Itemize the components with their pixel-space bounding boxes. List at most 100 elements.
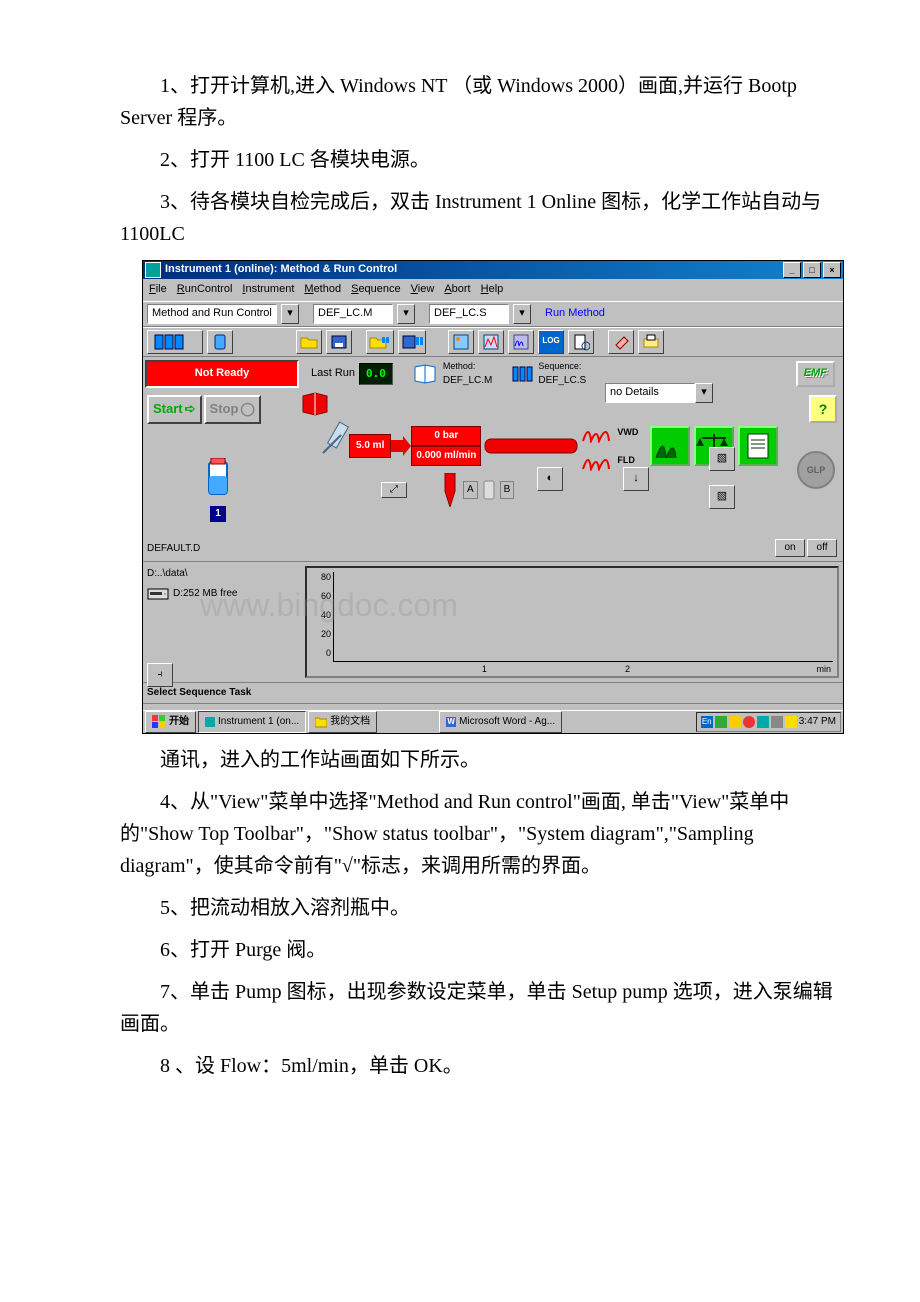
maximize-button[interactable]: □: [803, 262, 821, 278]
details-selector[interactable]: no Details▾: [605, 383, 713, 403]
method-file-field[interactable]: DEF_LC.M: [313, 304, 393, 324]
word-icon: W: [446, 717, 456, 727]
fld-toggle[interactable]: ▧: [709, 485, 735, 509]
y-tick: 80: [309, 570, 331, 584]
fld-label: FLD: [617, 453, 635, 467]
current-vial[interactable]: 1: [203, 458, 233, 525]
menu-file[interactable]: File: [149, 281, 167, 299]
tray-icon-3[interactable]: [743, 716, 755, 728]
report-icon: [572, 333, 590, 351]
tool-btn-1[interactable]: [448, 330, 474, 354]
column-toggle[interactable]: ◐: [537, 467, 563, 491]
disk-bottles-icon: [401, 334, 423, 350]
tool-btn-report[interactable]: [568, 330, 594, 354]
fld-peaks-icon[interactable]: [581, 449, 617, 471]
system-tray[interactable]: En 3:47 PM: [696, 712, 841, 732]
tray-icon-4[interactable]: [757, 716, 769, 728]
detector-toggle[interactable]: ↓: [623, 467, 649, 491]
syringe-icon[interactable]: [303, 421, 349, 471]
pump-pressure[interactable]: 0 bar: [411, 426, 481, 446]
injector-a-label: A: [463, 481, 478, 499]
close-button[interactable]: ×: [823, 262, 841, 278]
vial-button[interactable]: [207, 330, 233, 354]
method-dropdown[interactable]: ▾: [397, 304, 415, 324]
disk-icon: [330, 334, 348, 350]
window-title: Instrument 1 (online): Method & Run Cont…: [165, 261, 781, 279]
arrow-icon: [391, 436, 411, 456]
titlebar[interactable]: Instrument 1 (online): Method & Run Cont…: [143, 261, 843, 279]
menu-abort[interactable]: Abort: [444, 281, 470, 299]
menu-method[interactable]: Method: [304, 281, 341, 299]
tool-btn-print[interactable]: [638, 330, 664, 354]
drive-icon: [147, 586, 169, 602]
minimize-button[interactable]: _: [783, 262, 801, 278]
folder-icon: [315, 716, 327, 728]
taskbar-item-word[interactable]: W Microsoft Word - Ag...: [439, 711, 562, 733]
emf-button[interactable]: EMF: [796, 361, 835, 387]
integrate-button[interactable]: [650, 426, 690, 466]
tray-icon-5[interactable]: [771, 716, 783, 728]
x-tick-2: 2: [625, 662, 630, 676]
menu-view[interactable]: View: [411, 281, 435, 299]
method-icon[interactable]: [301, 396, 331, 421]
lang-indicator[interactable]: En: [701, 716, 713, 728]
tool-btn-2[interactable]: [478, 330, 504, 354]
column-icon[interactable]: [481, 433, 581, 459]
tray-icon-1[interactable]: [715, 716, 727, 728]
menu-runcontrol[interactable]: RunControl: [177, 281, 233, 299]
pump-flowrate[interactable]: 0.000 ml/min: [411, 446, 481, 466]
para-1: 1、打开计算机,进入 Windows NT （或 Windows 2000）画面…: [120, 70, 850, 134]
view-selector[interactable]: Method and Run Control: [147, 304, 277, 324]
tool-btn-erase[interactable]: [608, 330, 634, 354]
tray-icon-2[interactable]: [729, 716, 741, 728]
vwd-peaks-icon[interactable]: [581, 421, 617, 443]
save-method-button[interactable]: [326, 330, 352, 354]
pump-flow-label[interactable]: 5.0 ml: [349, 434, 391, 458]
menu-help[interactable]: Help: [481, 281, 504, 299]
save-sequence-button[interactable]: [398, 330, 426, 354]
status-row: Not Ready Last Run 0.0 Method: DEF_LC.M …: [143, 357, 843, 391]
on-button[interactable]: on: [775, 539, 805, 557]
method-book-icon[interactable]: [413, 363, 439, 385]
vial-gray-icon: [482, 479, 496, 501]
sequence-name: DEF_LC.S: [538, 373, 586, 389]
y-tick: 60: [309, 589, 331, 603]
start-menu-button[interactable]: 开始: [145, 711, 196, 733]
sequence-dropdown[interactable]: ▾: [513, 304, 531, 324]
open-method-button[interactable]: [296, 330, 322, 354]
report-button[interactable]: [738, 426, 778, 466]
method-label: Method:: [443, 359, 492, 373]
sequence-bottles-icon[interactable]: [512, 364, 534, 384]
glp-button[interactable]: GLP: [797, 451, 835, 489]
menu-bar: File RunControl Instrument Method Sequen…: [143, 279, 843, 301]
online-plot[interactable]: 80 60 40 20 0 1 2 min: [305, 566, 839, 678]
vwd-toggle[interactable]: ▧: [709, 447, 735, 471]
injector-icon[interactable]: [441, 473, 459, 507]
run-method-link[interactable]: Run Method: [545, 305, 605, 323]
open-sequence-button[interactable]: [366, 330, 394, 354]
view-dropdown[interactable]: ▾: [281, 304, 299, 324]
tool-btn-log[interactable]: LOG: [538, 330, 564, 354]
para-7: 7、单击 Pump 图标，出现参数设定菜单，单击 Setup pump 选项，进…: [120, 976, 850, 1040]
lastrun-label: Last Run: [311, 365, 355, 383]
solvent-panel-button[interactable]: [147, 330, 203, 354]
menu-sequence[interactable]: Sequence: [351, 281, 401, 299]
tray-icon-6[interactable]: [785, 716, 797, 728]
taskbar-item-docs[interactable]: 我的文档: [308, 711, 377, 733]
tool-btn-3[interactable]: [508, 330, 534, 354]
y-tick: 0: [309, 646, 331, 660]
resize-handle[interactable]: ⫞: [147, 663, 173, 687]
sequence-file-field[interactable]: DEF_LC.S: [429, 304, 509, 324]
help-button[interactable]: ?: [809, 395, 837, 423]
menu-instrument[interactable]: Instrument: [242, 281, 294, 299]
vial-large-icon: [203, 458, 233, 498]
start-button[interactable]: Start➪: [147, 395, 202, 424]
arrow-right-icon: ➪: [185, 399, 196, 420]
taskbar-item-instrument[interactable]: Instrument 1 (on...: [198, 711, 306, 733]
disk-free: D:252 MB free: [173, 586, 237, 602]
expand-toggle[interactable]: ⤢: [381, 482, 407, 498]
para-5: 5、把流动相放入溶剂瓶中。: [120, 892, 850, 924]
off-button[interactable]: off: [807, 539, 837, 557]
app-window: Instrument 1 (online): Method & Run Cont…: [142, 260, 844, 734]
stop-button[interactable]: Stop◯: [204, 395, 261, 424]
